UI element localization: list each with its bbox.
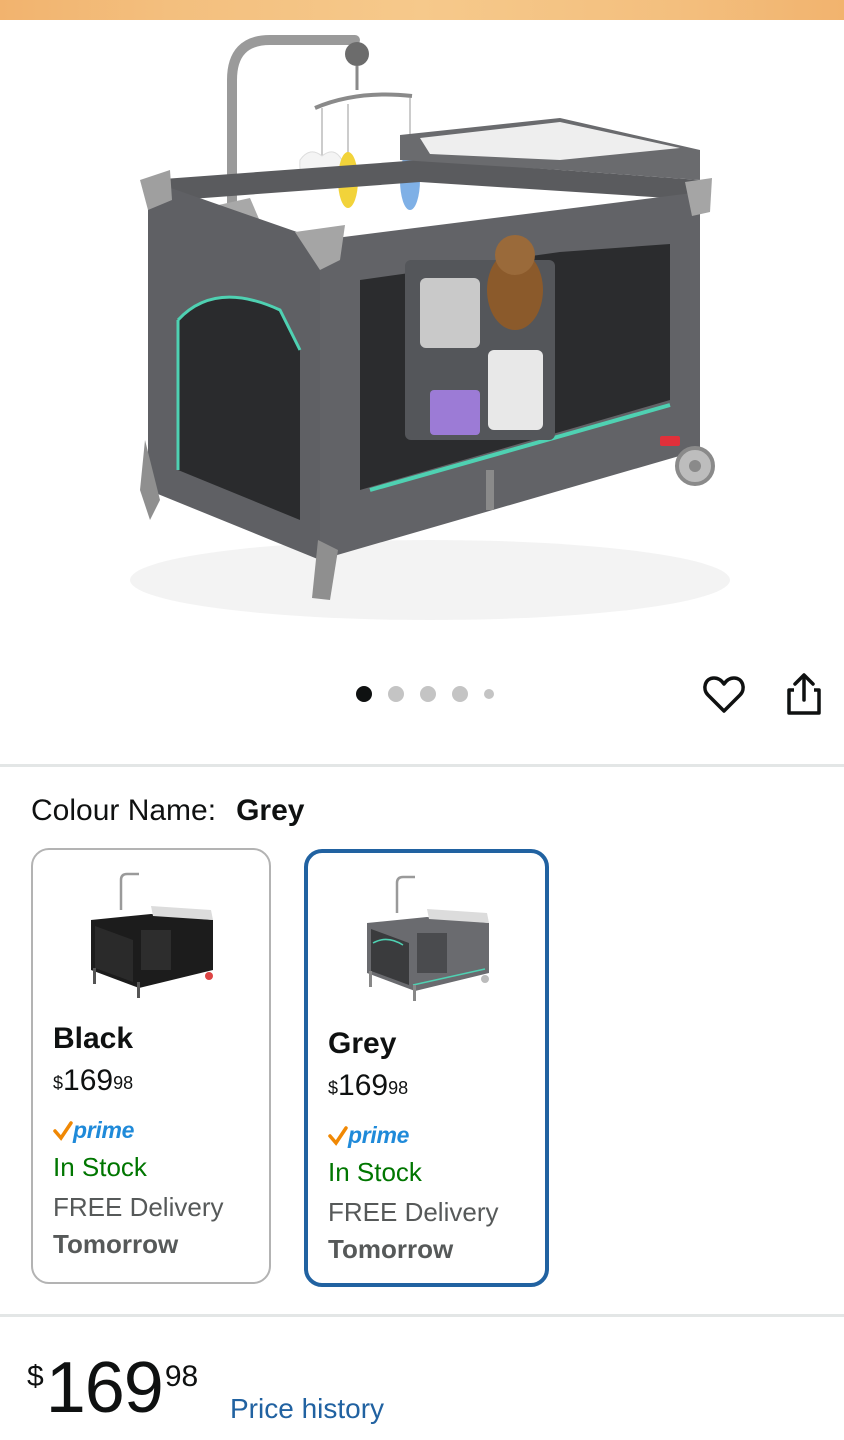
swatch-thumbnail-grey <box>366 875 489 1001</box>
pager-dot[interactable] <box>420 686 436 702</box>
swatch-price: $ 169 98 <box>53 1064 259 1100</box>
price-currency: $ <box>53 1073 64 1093</box>
prime-label: prime <box>348 1121 410 1148</box>
swatch-thumbnail-black <box>91 872 213 998</box>
swatch-name: Grey <box>328 1027 397 1060</box>
image-pager[interactable] <box>356 686 510 702</box>
product-price: $ 169 98 <box>27 1352 198 1424</box>
price-history-link[interactable]: Price history <box>230 1393 384 1425</box>
delivery-text: FREE Delivery <box>328 1197 499 1227</box>
product-image[interactable] <box>0 20 844 660</box>
share-button[interactable] <box>780 670 828 718</box>
price-whole: 169 <box>63 1064 114 1097</box>
prime-check-icon <box>53 1121 73 1141</box>
prime-badge: prime <box>53 1116 259 1144</box>
colour-name-row: Colour Name: Grey <box>31 794 304 828</box>
price-fraction: 98 <box>164 1360 199 1393</box>
prime-check-icon <box>328 1126 348 1146</box>
price-currency: $ <box>328 1078 339 1098</box>
top-banner-strip <box>0 0 844 20</box>
share-icon <box>787 673 821 715</box>
pager-dot[interactable] <box>452 686 468 702</box>
colour-swatch-black[interactable]: Black $ 169 98 prime In Stock FREE Deliv… <box>31 848 271 1284</box>
section-divider <box>0 764 844 767</box>
delivery-day: Tomorrow <box>53 1229 179 1259</box>
swatch-price: $ 169 98 <box>328 1069 535 1105</box>
colour-swatch-grey[interactable]: Grey $ 169 98 prime In Stock FREE Delive… <box>304 849 549 1287</box>
pager-dot-active[interactable] <box>356 686 372 702</box>
price-currency: $ <box>27 1360 44 1393</box>
prime-label: prime <box>73 1116 135 1143</box>
favorite-button[interactable] <box>700 670 748 718</box>
prime-badge: prime <box>328 1121 535 1149</box>
colour-name-label: Colour Name: <box>31 794 217 827</box>
travel-cot-illustration <box>130 35 730 620</box>
price-fraction: 98 <box>388 1078 409 1098</box>
delivery-day: Tomorrow <box>328 1234 454 1264</box>
delivery-text: FREE Delivery <box>53 1192 224 1222</box>
price-whole: 169 <box>338 1069 389 1102</box>
heart-icon <box>703 676 745 713</box>
price-fraction: 98 <box>113 1073 134 1093</box>
stock-status: In Stock <box>328 1157 422 1187</box>
section-divider <box>0 1314 844 1317</box>
colour-name-value: Grey <box>236 794 305 827</box>
pager-dot[interactable] <box>484 689 494 699</box>
pager-dot[interactable] <box>388 686 404 702</box>
price-whole: 169 <box>45 1348 164 1428</box>
swatch-name: Black <box>53 1022 134 1055</box>
stock-status: In Stock <box>53 1152 147 1182</box>
